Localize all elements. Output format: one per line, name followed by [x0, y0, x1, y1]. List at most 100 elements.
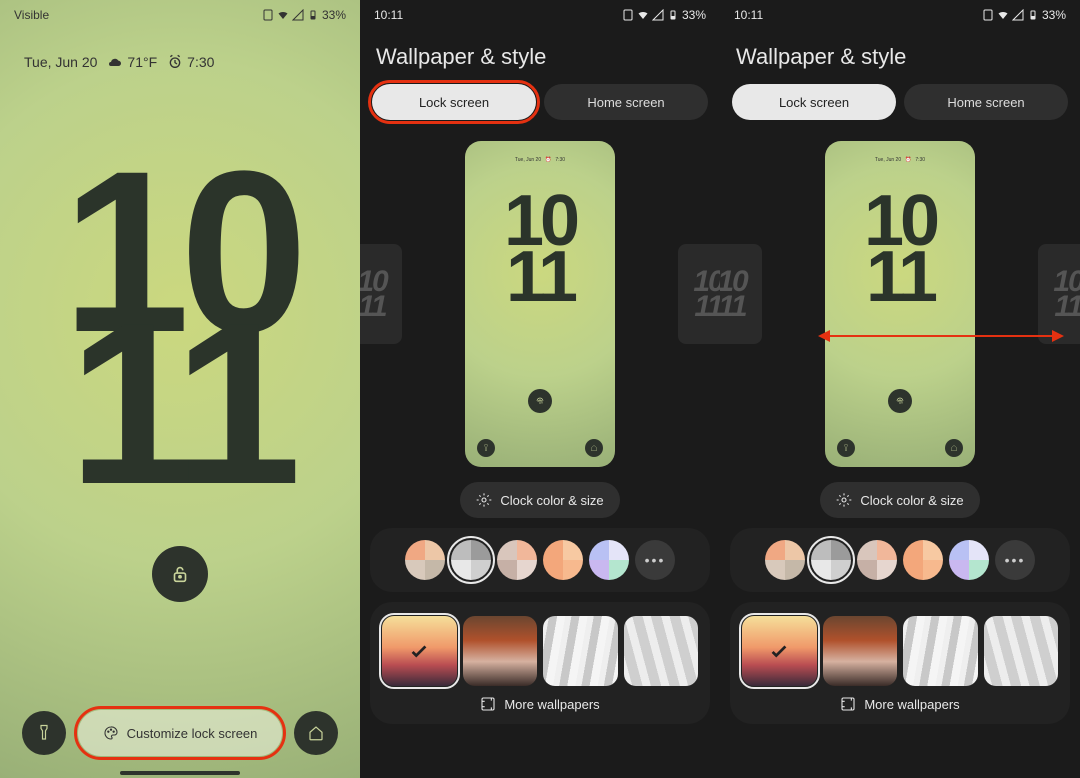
fingerprint-icon: [894, 395, 906, 407]
status-right: 33%: [622, 8, 706, 22]
flashlight-icon: [837, 439, 855, 457]
palette-icon: [103, 725, 119, 741]
preview-next[interactable]: 10 11: [678, 244, 720, 344]
color-swatches-row: •••: [742, 540, 1058, 580]
screen-tabs: Lock screen Home screen: [720, 84, 1080, 120]
lockscreen-panel: Visible 33% Tue, Jun 20 71°F 7:30 10 11: [0, 0, 360, 778]
more-colors-button[interactable]: •••: [635, 540, 675, 580]
battery-icon: [667, 9, 679, 21]
wallpaper-card: More wallpapers: [370, 602, 710, 724]
wallpaper-thumb[interactable]: [903, 616, 978, 686]
battery-pct: 33%: [682, 8, 706, 22]
wallpaper-thumb[interactable]: [823, 616, 898, 686]
wifi-icon: [637, 9, 649, 21]
more-wallpapers-button[interactable]: More wallpapers: [742, 696, 1058, 712]
preview-prev[interactable]: 10 11: [720, 244, 762, 344]
temp-label: 71°F: [127, 54, 157, 70]
signal-icon: [292, 9, 304, 21]
wallpaper-thumb[interactable]: [624, 616, 699, 686]
carrier-label: Visible: [14, 8, 49, 22]
wallpaper-settings-panel-b: 10:11 33% Wallpaper & style Lock screen …: [720, 0, 1080, 778]
wallpaper-icon: [480, 696, 496, 712]
check-icon: [742, 616, 817, 686]
time-label: 10:11: [374, 8, 403, 22]
lockscreen-preview[interactable]: Tue, Jun 20 ⏰ 7:30 10 11: [465, 141, 615, 467]
preview-clock: 10 11: [504, 193, 576, 305]
clock-color-size-button[interactable]: Clock color & size: [460, 482, 619, 518]
wallpaper-thumb[interactable]: [543, 616, 618, 686]
preview-prev[interactable]: 10 11: [360, 244, 402, 344]
tab-home-screen[interactable]: Home screen: [904, 84, 1068, 120]
preview-next[interactable]: 10 11: [1038, 244, 1080, 344]
color-swatch[interactable]: [949, 540, 989, 580]
color-swatch[interactable]: [451, 540, 491, 580]
gesture-handle[interactable]: [120, 771, 240, 775]
preview-bottom-row: [825, 439, 975, 457]
lockscreen-preview[interactable]: Tue, Jun 20 ⏰ 7:30 10 11: [825, 141, 975, 467]
preview-bottom-row: [465, 439, 615, 457]
battery-pct: 33%: [322, 8, 346, 22]
alarm-icon: ⏰: [905, 157, 911, 163]
tab-lock-screen[interactable]: Lock screen: [372, 84, 536, 120]
preview-info-row: Tue, Jun 20 ⏰ 7:30: [515, 157, 565, 163]
preview-clock: 10 11: [864, 193, 936, 305]
alarm-icon: ⏰: [545, 157, 551, 163]
battery-icon: [1027, 9, 1039, 21]
color-swatches-row: •••: [382, 540, 698, 580]
flashlight-button[interactable]: [22, 711, 66, 755]
wallpaper-thumb[interactable]: [742, 616, 817, 686]
customize-label: Customize lock screen: [127, 726, 258, 741]
battery-icon: [307, 9, 319, 21]
check-icon: [382, 616, 457, 686]
color-swatch[interactable]: [765, 540, 805, 580]
preview-carousel[interactable]: 10 11 Tue, Jun 20 ⏰ 7:30 10 11 10 11: [720, 134, 1080, 474]
wallpaper-thumb[interactable]: [984, 616, 1059, 686]
color-swatch[interactable]: [589, 540, 629, 580]
home-icon: [307, 724, 325, 742]
page-title: Wallpaper & style: [720, 26, 1080, 84]
dnd-icon: [622, 9, 634, 21]
time-label: 10:11: [734, 8, 763, 22]
status-bar: 10:11 33%: [720, 0, 1080, 26]
home-button[interactable]: [294, 711, 338, 755]
customize-lockscreen-button[interactable]: Customize lock screen: [78, 710, 282, 756]
preview-carousel[interactable]: 10 11 Tue, Jun 20 ⏰ 7:30 10 11 10 11: [360, 134, 720, 474]
tab-home-screen[interactable]: Home screen: [544, 84, 708, 120]
date-label: Tue, Jun 20: [24, 54, 97, 70]
fingerprint-icon: [534, 395, 546, 407]
more-wallpapers-button[interactable]: More wallpapers: [382, 696, 698, 712]
preview-info-row: Tue, Jun 20 ⏰ 7:30: [875, 157, 925, 163]
wallpaper-thumbs-row: [382, 616, 698, 686]
wallpaper-thumbs-row: [742, 616, 1058, 686]
alarm-icon: [167, 54, 183, 70]
color-swatch[interactable]: [497, 540, 537, 580]
weather-group: 71°F: [107, 54, 157, 70]
tab-lock-screen[interactable]: Lock screen: [732, 84, 896, 120]
color-swatch[interactable]: [543, 540, 583, 580]
wifi-icon: [277, 9, 289, 21]
fingerprint-icon-circle: [888, 389, 912, 413]
color-swatch[interactable]: [405, 540, 445, 580]
alarm-group: 7:30: [167, 54, 214, 70]
color-swatch[interactable]: [811, 540, 851, 580]
battery-pct: 33%: [1042, 8, 1066, 22]
clock-color-size-button[interactable]: Clock color & size: [820, 482, 979, 518]
color-swatch[interactable]: [903, 540, 943, 580]
status-right: 33%: [262, 8, 346, 22]
color-swatch-card: •••: [730, 528, 1070, 592]
page-title: Wallpaper & style: [360, 26, 720, 84]
gear-icon: [836, 492, 852, 508]
wallpaper-thumb[interactable]: [382, 616, 457, 686]
wallpaper-thumb[interactable]: [463, 616, 538, 686]
home-icon: [585, 439, 603, 457]
wallpaper-icon: [840, 696, 856, 712]
lockscreen-info-row: Tue, Jun 20 71°F 7:30: [0, 26, 360, 70]
color-swatch[interactable]: [857, 540, 897, 580]
signal-icon: [1012, 9, 1024, 21]
lockscreen-bottom-row: Customize lock screen: [0, 710, 360, 756]
wallpaper-settings-panel-a: 10:11 33% Wallpaper & style Lock screen …: [360, 0, 720, 778]
status-bar: 10:11 33%: [360, 0, 720, 26]
wifi-icon: [997, 9, 1009, 21]
unlock-button[interactable]: [152, 546, 208, 602]
more-colors-button[interactable]: •••: [995, 540, 1035, 580]
